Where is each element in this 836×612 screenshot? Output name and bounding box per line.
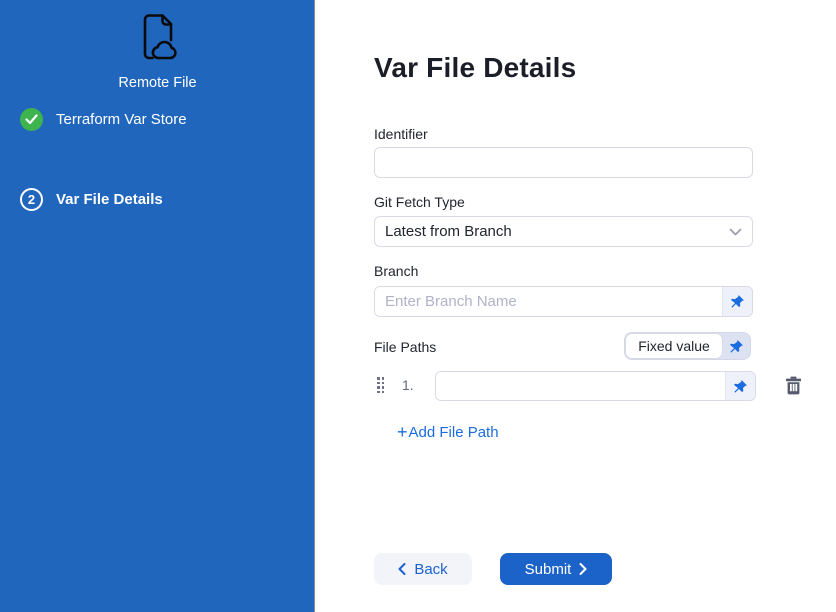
file-paths-label: File Paths bbox=[374, 339, 436, 355]
git-fetch-type-label: Git Fetch Type bbox=[374, 194, 465, 210]
file-path-row: 1. bbox=[316, 371, 836, 402]
step-label: Terraform Var Store bbox=[56, 111, 187, 128]
identifier-label: Identifier bbox=[374, 126, 428, 142]
git-fetch-type-select[interactable]: Latest from Branch bbox=[374, 216, 753, 247]
submit-button[interactable]: Submit bbox=[500, 553, 612, 585]
wizard-sidebar: Remote File Terraform Var Store 2 Var Fi… bbox=[0, 0, 315, 612]
plus-icon: + bbox=[397, 425, 408, 440]
trash-icon bbox=[785, 376, 802, 395]
chevron-down-icon bbox=[729, 228, 742, 236]
submit-button-label: Submit bbox=[525, 561, 572, 578]
chevron-right-icon bbox=[579, 563, 587, 575]
back-button-label: Back bbox=[414, 561, 447, 578]
file-path-input[interactable] bbox=[436, 372, 725, 400]
check-icon bbox=[20, 108, 43, 131]
file-path-row-index: 1. bbox=[402, 377, 414, 393]
remote-file-brand: Remote File bbox=[0, 8, 315, 91]
page-title: Var File Details bbox=[374, 52, 576, 84]
file-path-pin-button[interactable] bbox=[725, 372, 755, 400]
step-number-badge: 2 bbox=[20, 188, 43, 211]
file-paths-value-type-selector[interactable]: Fixed value bbox=[624, 332, 751, 360]
branch-label: Branch bbox=[374, 263, 418, 279]
var-file-details-wizard: Remote File Terraform Var Store 2 Var Fi… bbox=[0, 0, 836, 612]
back-button[interactable]: Back bbox=[374, 553, 472, 585]
var-file-details-form: Var File Details Identifier Git Fetch Ty… bbox=[316, 0, 836, 612]
branch-input[interactable] bbox=[375, 287, 722, 316]
pin-icon bbox=[730, 294, 745, 309]
identifier-input[interactable] bbox=[374, 147, 753, 178]
add-file-path-label: Add File Path bbox=[409, 424, 499, 441]
value-type-pin-button[interactable] bbox=[723, 333, 750, 359]
file-cloud-icon bbox=[132, 8, 184, 66]
sidebar-step-var-file-details[interactable]: 2 Var File Details bbox=[20, 188, 163, 211]
delete-file-path-button[interactable] bbox=[782, 373, 804, 397]
brand-label: Remote File bbox=[0, 75, 315, 91]
add-file-path-button[interactable]: + Add File Path bbox=[397, 424, 499, 441]
file-path-input-group bbox=[435, 371, 756, 401]
sidebar-step-terraform-var-store[interactable]: Terraform Var Store bbox=[20, 108, 187, 131]
step-label: Var File Details bbox=[56, 191, 163, 208]
pin-icon bbox=[733, 379, 748, 394]
value-type-pill: Fixed value bbox=[625, 333, 723, 359]
branch-input-group bbox=[374, 286, 753, 317]
drag-handle-icon[interactable] bbox=[377, 377, 386, 395]
pin-icon bbox=[729, 339, 744, 354]
git-fetch-type-value: Latest from Branch bbox=[385, 223, 512, 240]
chevron-left-icon bbox=[398, 563, 406, 575]
branch-pin-button[interactable] bbox=[722, 287, 752, 316]
